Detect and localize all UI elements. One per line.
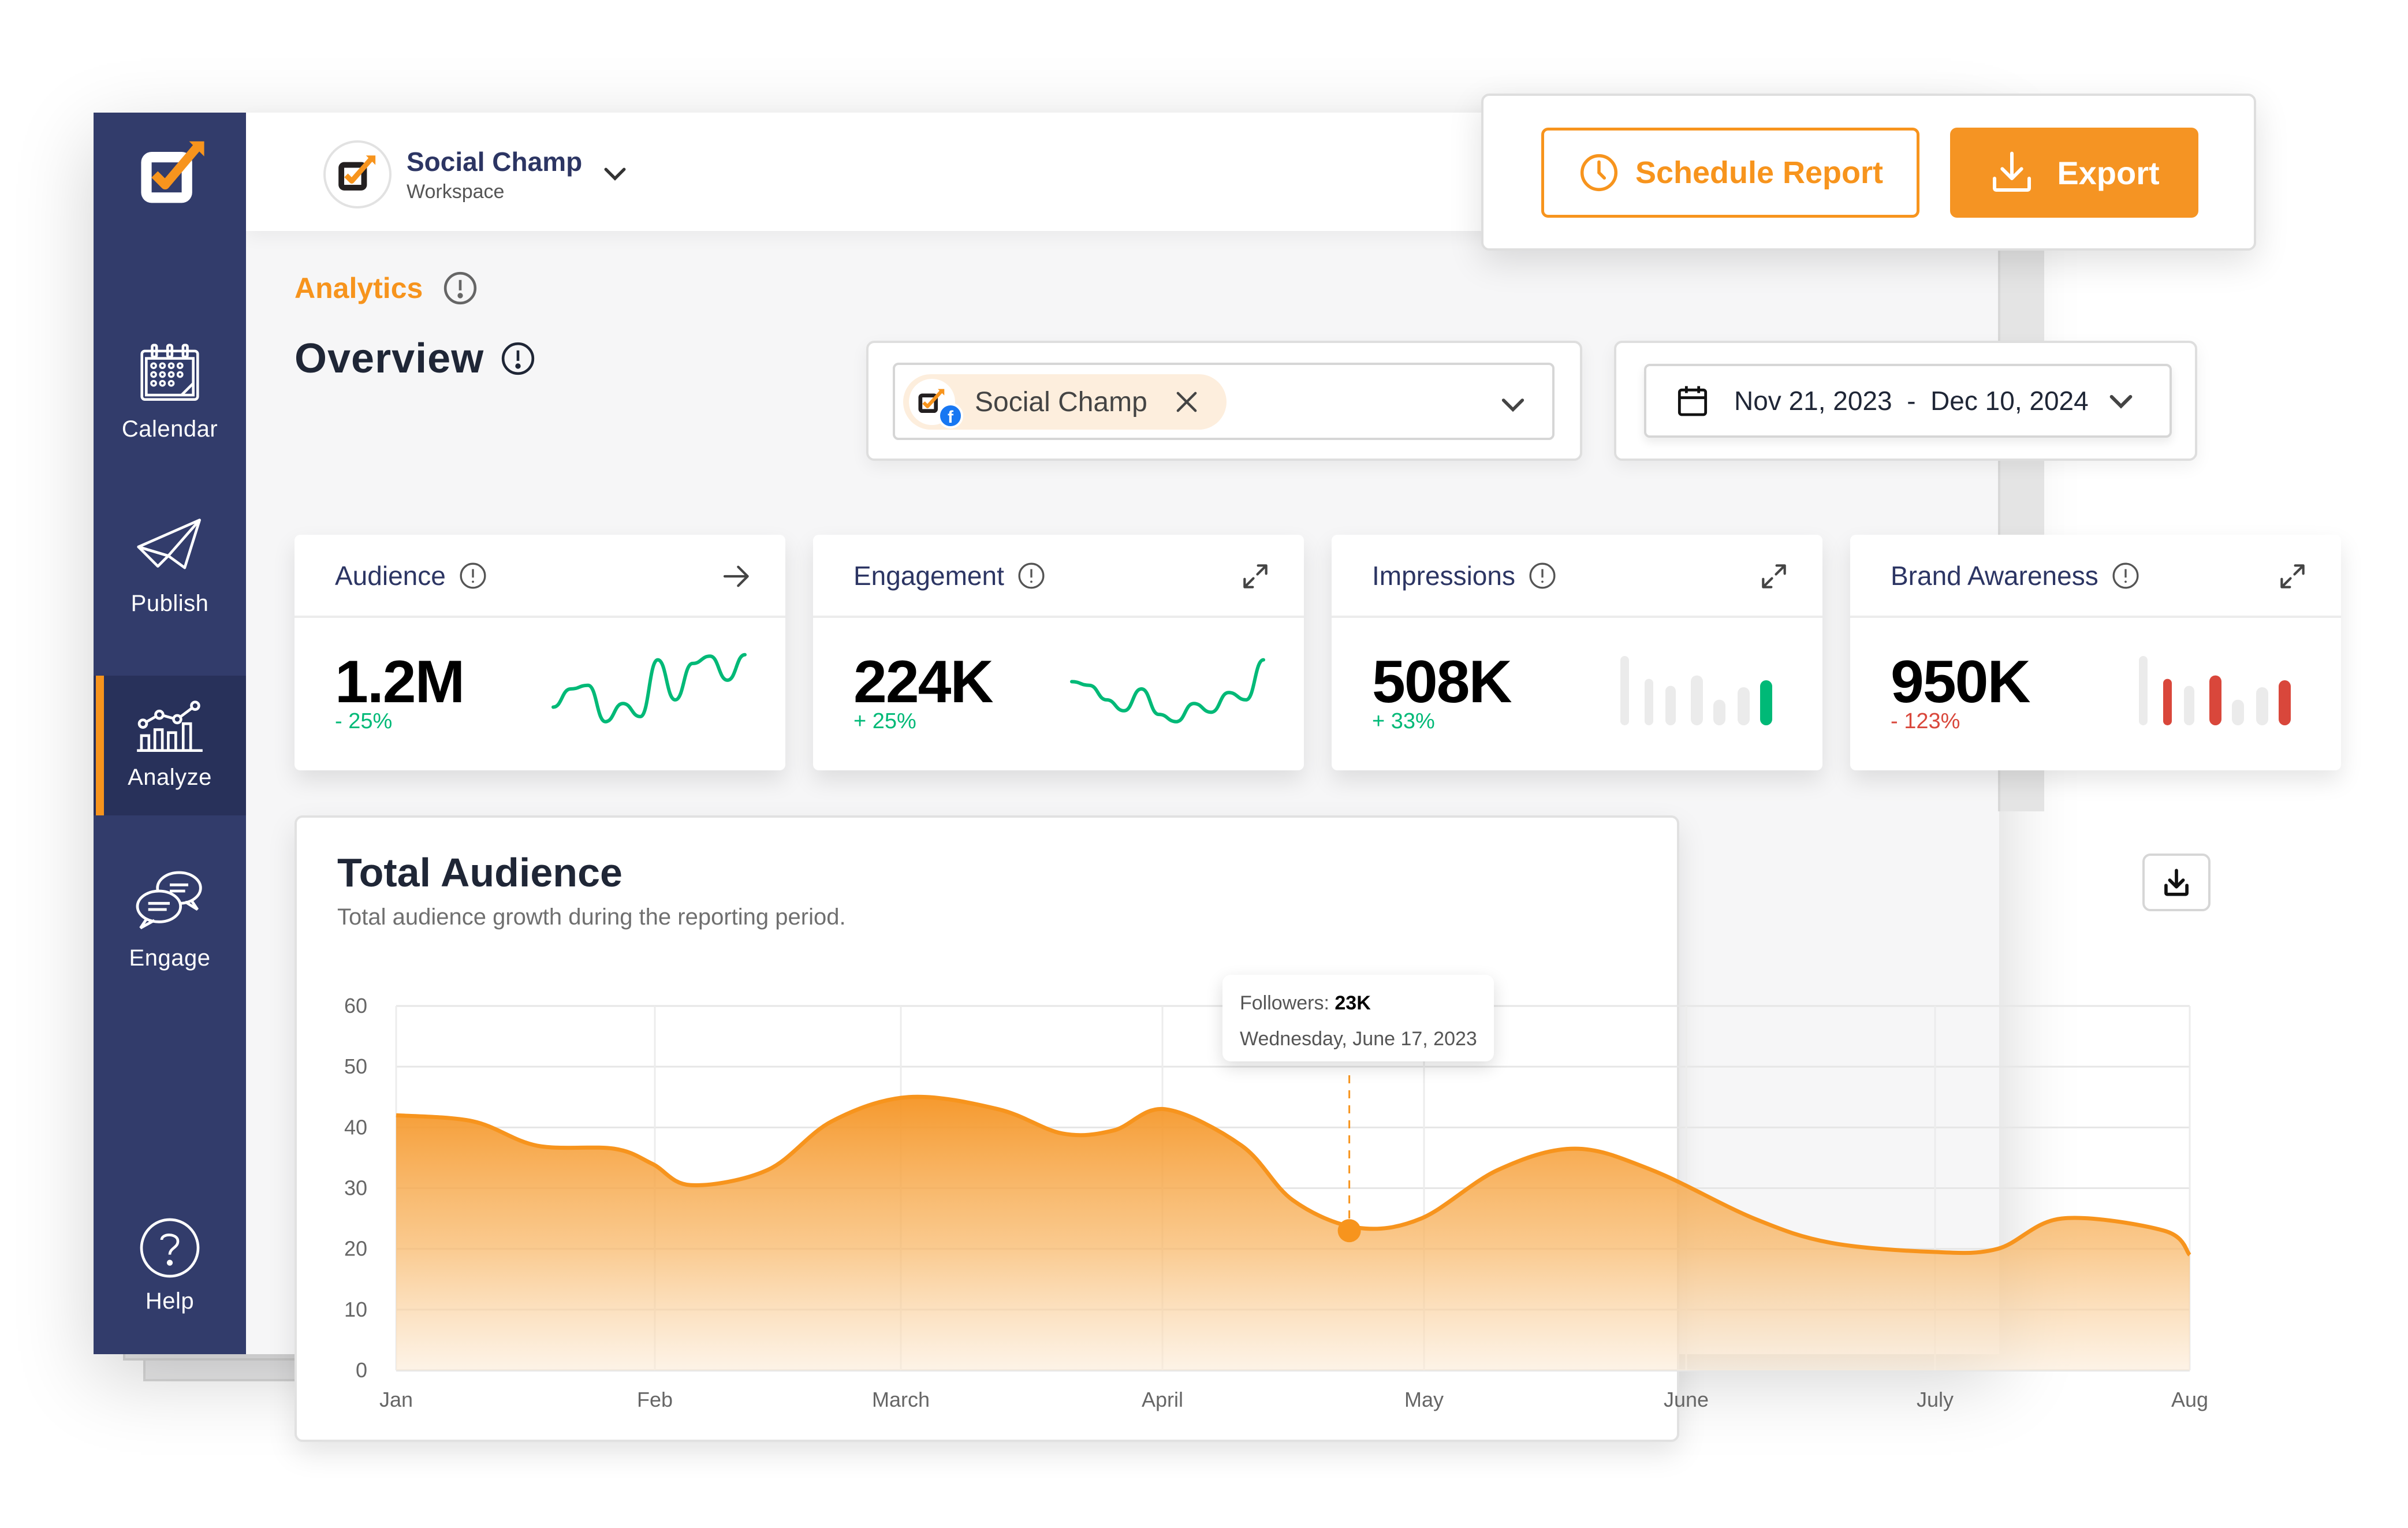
clock-icon: [1580, 154, 1618, 192]
download-icon: [2164, 869, 2189, 896]
x-tick-label: July: [1917, 1388, 1954, 1411]
y-tick-label: 50: [344, 1054, 367, 1078]
y-tick-label: 0: [356, 1358, 367, 1382]
x-tick-label: April: [1142, 1388, 1183, 1411]
area-fill: [396, 1097, 2190, 1370]
x-tick-label: Feb: [637, 1388, 673, 1411]
download-icon: [1993, 151, 2031, 192]
report-actions-panel: Schedule Report Export: [1481, 94, 2256, 251]
export-label: Export: [2057, 154, 2160, 191]
chart-download-button[interactable]: [2142, 854, 2211, 911]
x-tick-label: March: [872, 1388, 930, 1411]
x-tick-label: June: [1664, 1388, 1709, 1411]
tooltip-value: 23K: [1335, 992, 1371, 1014]
tooltip-label: Followers:: [1240, 992, 1335, 1014]
y-tick-label: 30: [344, 1176, 367, 1200]
schedule-report-label: Schedule Report: [1635, 155, 1884, 190]
y-tick-label: 20: [344, 1237, 367, 1261]
y-tick-label: 40: [344, 1115, 367, 1139]
chart-tooltip: Followers: 23K Wednesday, June 17, 2023: [1222, 975, 1494, 1061]
tooltip-followers: Followers: 23K: [1240, 992, 1371, 1015]
highlight-point: [1337, 1219, 1361, 1243]
x-tick-label: Jan: [379, 1388, 413, 1411]
schedule-report-button[interactable]: Schedule Report: [1541, 128, 1919, 218]
tooltip-date: Wednesday, June 17, 2023: [1240, 1028, 1477, 1050]
y-tick-label: 10: [344, 1298, 367, 1321]
export-button[interactable]: Export: [1950, 128, 2198, 218]
y-tick-label: 60: [344, 994, 367, 1018]
x-tick-label: Aug: [2171, 1388, 2208, 1411]
x-tick-label: May: [1404, 1388, 1444, 1411]
